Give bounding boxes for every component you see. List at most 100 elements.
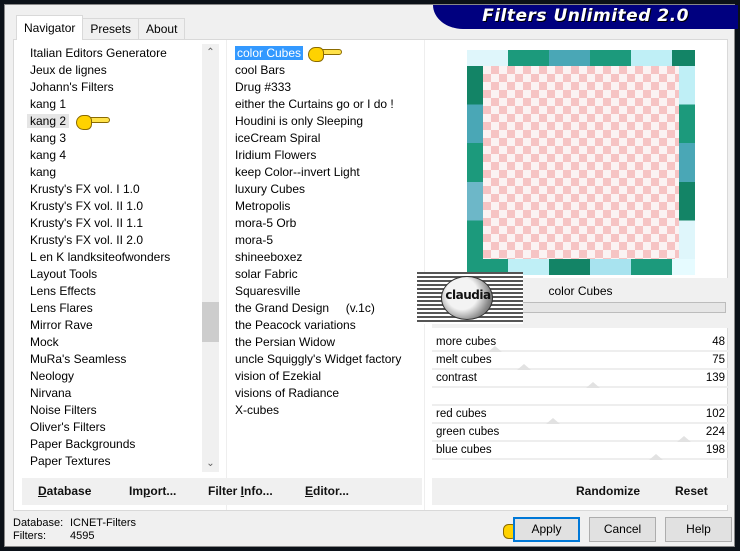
category-item[interactable]: Mirror Rave [26,317,206,334]
parameter-slider[interactable]: green cubes 224 [432,424,729,442]
filter-item[interactable]: solar Fabric [232,266,422,283]
category-item-label: MuRa's Seamless [30,352,127,366]
category-item[interactable]: Nirvana [26,385,206,402]
scrollbar-thumb[interactable] [202,302,219,342]
category-item-label: Neology [30,369,75,383]
category-item[interactable]: kang [26,164,206,181]
filter-item[interactable]: shineeboxez [232,249,422,266]
category-item-label: Johann's Filters [30,80,114,94]
category-item[interactable]: kang 2 [26,113,206,130]
filter-item[interactable]: uncle Squiggly's Widget factory [232,351,422,368]
filter-item-label: luxury Cubes [235,182,306,196]
filter-item[interactable]: X-cubes [232,402,422,419]
filters-unlimited-window: Filters Unlimited 2.0 Navigator Presets … [4,4,738,547]
help-button[interactable]: Help [665,517,732,542]
parameter-slider[interactable]: melt cubes 75 [432,352,729,370]
chevron-up-icon[interactable]: ⌃ [202,44,219,61]
filter-item[interactable]: Metropolis [232,198,422,215]
category-item[interactable]: Lens Flares [26,300,206,317]
filter-item[interactable]: luxury Cubes [232,181,422,198]
database-value: ICNET-Filters [70,517,136,529]
filter-item-label: the Peacock variations [235,318,356,332]
category-item[interactable]: Krusty's FX vol. II 2.0 [26,232,206,249]
parameter-value: 139 [705,372,725,384]
filter-item-label: mora-5 Orb [235,216,297,230]
slider-thumb[interactable] [585,382,600,388]
category-item-label: kang 1 [30,97,67,111]
filter-item[interactable]: mora-5 [232,232,422,249]
tab-about[interactable]: About [138,18,186,40]
category-item[interactable]: Johann's Filters [26,79,206,96]
category-item[interactable]: Paper Textures [26,453,206,470]
editor-button[interactable]: Editor... [305,478,349,505]
category-item-label: Krusty's FX vol. II 2.0 [30,233,143,247]
filter-item[interactable]: mora-5 Orb [232,215,422,232]
category-scrollbar[interactable]: ⌃ ⌄ [202,44,219,472]
filter-item[interactable]: the Persian Widow [232,334,422,351]
filter-item[interactable]: the Grand Design (v.1c) [232,300,422,317]
filter-item-label: X-cubes [235,403,280,417]
category-item[interactable]: Jeux de lignes [26,62,206,79]
filter-item-label: Houdini is only Sleeping [235,114,364,128]
filter-item-label: vision of Ezekial [235,369,322,383]
filter-info-button[interactable]: Filter Info... [208,478,273,505]
category-item[interactable]: Oliver's Filters [26,419,206,436]
category-item[interactable]: L en K landksiteofwonders [26,249,206,266]
filter-item-label: keep Color--invert Light [235,165,360,179]
category-item-label: Mirror Rave [30,318,93,332]
category-item[interactable]: Neology [26,368,206,385]
filter-list[interactable]: color Cubes cool Bars Drug #333 either the … [232,45,422,470]
parameter-spacer [432,388,729,406]
apply-button[interactable]: Apply [513,517,580,542]
filter-item[interactable]: either the Curtains go or I do ! [232,96,422,113]
category-item[interactable]: Krusty's FX vol. I 1.0 [26,181,206,198]
category-item[interactable]: Layout Tools [26,266,206,283]
filter-item[interactable]: the Peacock variations [232,317,422,334]
parameter-slider[interactable]: blue cubes 198 [432,442,729,460]
filter-item-label: uncle Squiggly's Widget factory [235,352,402,366]
parameter-slider[interactable]: contrast 139 [432,370,729,388]
parameter-label: contrast [436,372,477,384]
filter-item-label: solar Fabric [235,267,298,281]
category-item[interactable]: Krusty's FX vol. II 1.0 [26,198,206,215]
filter-item[interactable]: keep Color--invert Light [232,164,422,181]
category-item[interactable]: MuRa's Seamless [26,351,206,368]
randomize-button[interactable]: Randomize [576,478,640,505]
cancel-button[interactable]: Cancel [589,517,656,542]
slider-thumb[interactable] [649,454,664,460]
category-item[interactable]: Paper Backgrounds [26,436,206,453]
filter-item[interactable]: cool Bars [232,62,422,79]
filter-item[interactable]: Drug #333 [232,79,422,96]
database-button[interactable]: Database [38,478,91,505]
category-item[interactable]: Noise Filters [26,402,206,419]
tab-navigator[interactable]: Navigator [16,15,84,40]
logo-text: claudia [445,288,491,302]
reset-button[interactable]: Reset [675,478,708,505]
filter-item[interactable]: vision of Ezekial [232,368,422,385]
import-button[interactable]: Import... [129,478,176,505]
filter-item[interactable]: Iridium Flowers [232,147,422,164]
category-item[interactable]: Italian Editors Generatore [26,45,206,62]
parameter-slider[interactable]: red cubes 102 [432,406,729,424]
category-item[interactable]: Krusty's FX vol. II 1.1 [26,215,206,232]
filter-item[interactable]: Squaresville [232,283,422,300]
filter-item[interactable]: Houdini is only Sleeping [232,113,422,130]
filter-item[interactable]: color Cubes [232,45,422,62]
category-item[interactable]: Mock [26,334,206,351]
category-item[interactable]: kang 3 [26,130,206,147]
category-item-label: kang 2 [27,114,70,128]
divider [226,40,227,510]
tab-presets[interactable]: Presets [82,18,140,40]
category-item[interactable]: Lens Effects [26,283,206,300]
parameter-slider[interactable]: more cubes 48 [432,334,729,352]
filter-item-label: shineeboxez [235,250,303,264]
category-item[interactable]: kang 1 [26,96,206,113]
filter-item[interactable]: visions of Radiance [232,385,422,402]
category-item-label: Noise Filters [30,403,97,417]
navigator-toolbar: Database Import... Filter Info... Editor… [22,478,422,505]
filter-item[interactable]: iceCream Spiral [232,130,422,147]
category-list[interactable]: Italian Editors Generatore Jeux de lignes… [26,45,206,470]
chevron-down-icon[interactable]: ⌄ [202,455,219,472]
category-item-label: Layout Tools [30,267,98,281]
category-item[interactable]: kang 4 [26,147,206,164]
